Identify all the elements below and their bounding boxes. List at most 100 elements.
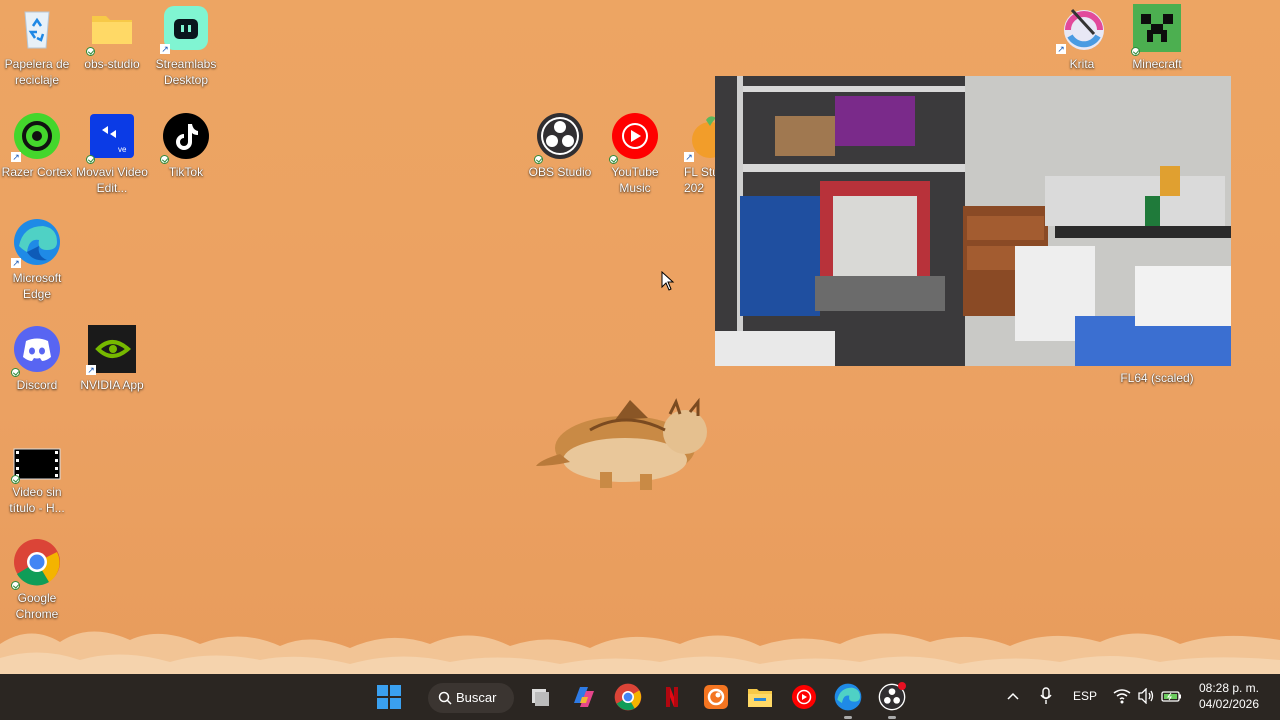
recycle-bin-label: Papelera de reciclaje: [4, 57, 70, 87]
obs-folder-label: obs-studio: [84, 57, 140, 71]
discord-image: [11, 325, 61, 377]
discord-icon: [14, 326, 60, 372]
movavi-shortcut[interactable]: ve Movavi Video Edit...: [76, 112, 148, 196]
windows-logo-icon: [377, 685, 401, 709]
search-label: Buscar: [456, 690, 497, 705]
recording-dot-icon: [898, 682, 906, 690]
clock-time: 08:28 p. m.: [1198, 681, 1260, 695]
google-chrome-shortcut[interactable]: Google Chrome: [1, 538, 73, 622]
start-button[interactable]: [373, 681, 405, 713]
discord-shortcut[interactable]: Discord: [1, 325, 73, 393]
streamlabs-label: Streamlabs Desktop: [155, 57, 217, 87]
appa-wallpaper-art: [536, 397, 707, 490]
sync-check-icon: [86, 155, 95, 164]
language-indicator[interactable]: ESP: [1073, 689, 1097, 703]
obs-studio-label: OBS Studio: [528, 165, 592, 179]
nvidia-image: ↗: [86, 325, 136, 375]
copilot-icon: [574, 687, 594, 707]
microsoft-edge-shortcut[interactable]: ↗ Microsoft Edge: [1, 218, 73, 302]
movavi-label: Movavi Video Edit...: [76, 165, 148, 195]
obs-icon: [537, 113, 583, 159]
clock-date: 04/02/2026: [1198, 697, 1260, 711]
taskbar-clock[interactable]: 08:28 p. m. 04/02/2026: [1196, 680, 1262, 712]
youtube-music-image: [609, 112, 659, 164]
mouse-cursor-icon: [661, 271, 675, 291]
battery-charging-icon[interactable]: [1161, 688, 1183, 704]
chrome-label: Google Chrome: [15, 591, 59, 621]
folder-image: [86, 4, 136, 56]
taskbar-search[interactable]: Buscar: [428, 683, 514, 713]
task-view-icon: [532, 689, 549, 706]
minecraft-creeper-icon: [1133, 4, 1181, 52]
taskbar-edge[interactable]: [832, 681, 864, 719]
razer-cortex-image: ↗: [11, 112, 61, 162]
krita-shortcut[interactable]: ↗ Krita: [1046, 4, 1118, 72]
shortcut-arrow-icon: ↗: [11, 152, 21, 162]
video-label: Video sin título - H...: [9, 485, 65, 515]
sync-check-icon: [160, 155, 169, 164]
fl-studio-shortcut[interactable]: ↗ FL Stu 202: [674, 112, 715, 196]
nvidia-app-shortcut[interactable]: ↗ NVIDIA App: [76, 325, 148, 393]
svg-text:ve: ve: [118, 145, 127, 154]
show-hidden-icons-chevron-icon[interactable]: [1006, 690, 1020, 702]
minecraft-shortcut[interactable]: Minecraft: [1121, 4, 1193, 72]
microphone-icon[interactable]: [1039, 687, 1053, 705]
minecraft-image: [1131, 4, 1181, 56]
volume-icon[interactable]: [1137, 688, 1155, 704]
video-file-icon[interactable]: Video sin título - H...: [1, 448, 73, 516]
krita-image: ↗: [1056, 4, 1106, 54]
chrome-icon: [14, 539, 60, 586]
video-thumbnail: [11, 448, 61, 484]
task-view-button[interactable]: [524, 681, 556, 713]
crunchyroll-icon: [704, 685, 728, 709]
obs-studio-folder[interactable]: obs-studio: [76, 4, 148, 72]
streamlabs-shortcut[interactable]: ↗ Streamlabs Desktop: [150, 4, 222, 88]
tiktok-icon: [163, 113, 209, 159]
movavi-icon: ve: [90, 114, 134, 158]
movavi-image: ve: [86, 112, 136, 164]
sync-check-icon: [11, 581, 20, 590]
razer-cortex-label: Razer Cortex: [1, 165, 73, 179]
netflix-icon: [666, 687, 678, 707]
video-file-thumbnail-icon: [13, 448, 61, 480]
youtube-music-icon: [792, 685, 816, 709]
tiktok-shortcut[interactable]: TikTok: [150, 112, 222, 180]
fl64-label: FL64 (scaled): [1120, 371, 1194, 385]
youtube-music-icon: [612, 113, 658, 159]
search-icon: [438, 691, 452, 705]
obs-studio-shortcut[interactable]: OBS Studio: [524, 112, 596, 180]
fl64-shortcut[interactable]: FL64 (scaled): [1115, 366, 1199, 386]
fl-studio-label: FL Stu 202: [684, 165, 715, 195]
chrome-image: [11, 538, 61, 590]
taskbar-file-explorer[interactable]: [744, 681, 776, 713]
taskbar: Buscar ESP 08:28 p. m. 04/02/2026: [0, 674, 1280, 720]
recycle-bin-icon[interactable]: Papelera de reciclaje: [1, 4, 73, 88]
youtube-music-label: YouTube Music: [611, 165, 659, 195]
minecraft-label: Minecraft: [1132, 57, 1182, 71]
taskbar-chrome[interactable]: [612, 681, 644, 713]
krita-label: Krita: [1069, 57, 1095, 71]
youtube-music-shortcut[interactable]: YouTube Music: [599, 112, 671, 196]
sync-check-icon: [1131, 47, 1140, 56]
shortcut-arrow-icon: ↗: [684, 152, 694, 162]
taskbar-netflix[interactable]: [656, 681, 688, 713]
nvidia-label: NVIDIA App: [80, 378, 144, 392]
chrome-icon: [614, 683, 642, 711]
sync-check-icon: [11, 475, 20, 484]
razer-cortex-shortcut[interactable]: ↗ Razer Cortex: [1, 112, 73, 180]
webcam-scene: [715, 76, 1231, 366]
obs-image: [534, 112, 584, 164]
wifi-icon[interactable]: [1113, 688, 1131, 704]
taskbar-youtube-music[interactable]: [788, 681, 820, 713]
copilot-button[interactable]: [568, 681, 600, 713]
desktop[interactable]: Papelera de reciclaje ↗ Razer Cortex ↗ M…: [0, 0, 1280, 674]
taskbar-crunchyroll[interactable]: [700, 681, 732, 713]
file-explorer-icon: [748, 689, 772, 707]
sync-check-icon: [86, 47, 95, 56]
taskbar-obs[interactable]: [876, 681, 908, 719]
sync-check-icon: [534, 155, 543, 164]
shortcut-arrow-icon: ↗: [86, 365, 96, 375]
edge-image: ↗: [11, 218, 61, 268]
fl-studio-image: ↗: [684, 112, 715, 162]
recycle-icon: [24, 11, 50, 49]
